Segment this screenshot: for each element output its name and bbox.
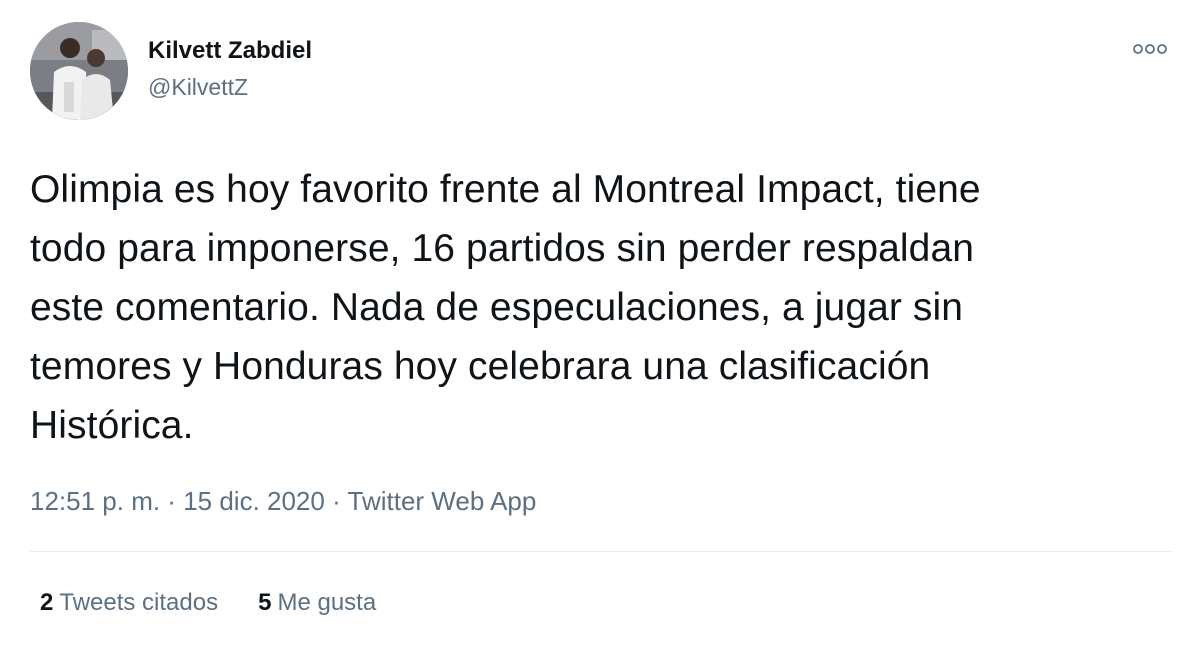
author-handle[interactable]: @KilvettZ <box>148 73 312 101</box>
tweet-time[interactable]: 12:51 p. m. <box>30 486 160 516</box>
tweet-date[interactable]: 15 dic. 2020 <box>183 486 325 516</box>
tweet-meta: 12:51 p. m. · 15 dic. 2020 · Twitter Web… <box>30 484 536 518</box>
tweet-text: Olimpia es hoy favorito frente al Montre… <box>30 160 1180 455</box>
more-horizontal-icon <box>1133 44 1167 54</box>
quote-tweets-label: Tweets citados <box>59 589 219 616</box>
avatar[interactable] <box>30 22 128 120</box>
tweet-text-line: Histórica. <box>30 404 194 447</box>
tweet-text-line: temores y Honduras hoy celebrara una cla… <box>30 345 931 388</box>
tweet-card: Kilvett Zabdiel @KilvettZ Olimpia es hoy… <box>0 0 1200 650</box>
avatar-photo <box>30 22 128 120</box>
likes-count: 5 <box>258 589 272 616</box>
meta-separator: · <box>324 486 348 516</box>
tweet-source-link[interactable]: Twitter Web App <box>348 486 537 516</box>
more-options-button[interactable] <box>1128 34 1172 64</box>
tweet-text-line: este comentario. Nada de especulaciones,… <box>30 286 964 329</box>
engagement-stats: 2 Tweets citados 5 Me gusta <box>40 586 376 620</box>
likes-stat[interactable]: 5 Me gusta <box>258 586 376 620</box>
author-block[interactable]: Kilvett Zabdiel @KilvettZ <box>148 36 312 101</box>
tweet-text-line: todo para imponerse, 16 partidos sin per… <box>30 227 975 270</box>
likes-label: Me gusta <box>277 589 377 616</box>
divider <box>30 551 1172 552</box>
meta-separator: · <box>160 486 184 516</box>
quote-tweets-count: 2 <box>40 589 54 616</box>
author-display-name[interactable]: Kilvett Zabdiel <box>148 36 312 66</box>
tweet-text-line: Olimpia es hoy favorito frente al Montre… <box>30 168 981 211</box>
quote-tweets-stat[interactable]: 2 Tweets citados <box>40 586 218 620</box>
